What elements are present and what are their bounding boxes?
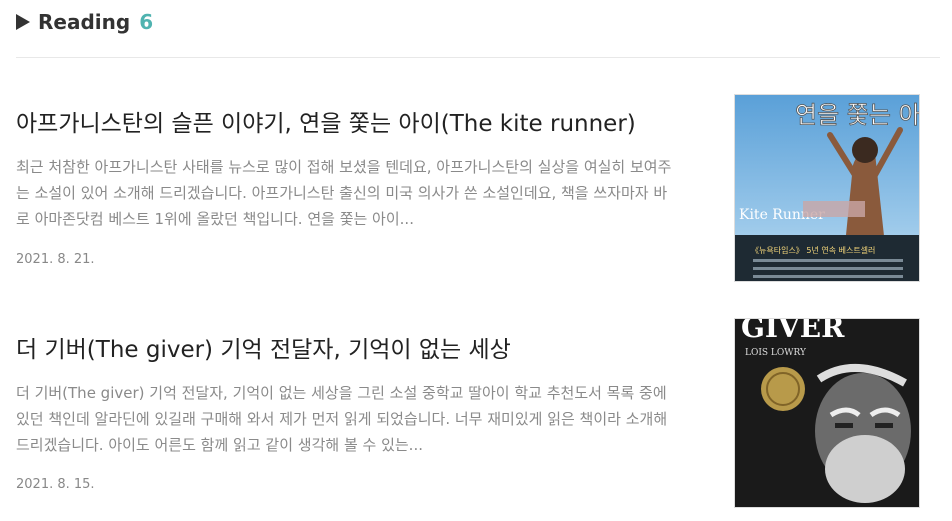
post-date: 2021. 8. 15. bbox=[16, 477, 95, 492]
post-date: 2021. 8. 21. bbox=[16, 252, 95, 267]
svg-text:연을 쫓는 아이: 연을 쫓는 아이 bbox=[795, 101, 920, 129]
post-excerpt: 최근 처참한 아프가니스탄 사태를 뉴스로 많이 접해 보셨을 텐데요, 아프가… bbox=[16, 158, 672, 228]
post-thumbnail[interactable]: 연을 쫓는 아이 Kite Runner 《뉴욕타임스》 5년 연속 베스트셀러 bbox=[734, 94, 920, 282]
divider bbox=[16, 57, 940, 58]
post-title-link[interactable]: 아프가니스탄의 슬픈 이야기, 연을 쫓는 아이(The kite runner… bbox=[16, 104, 716, 138]
post-title-link[interactable]: 더 기버(The giver) 기억 전달자, 기억이 없는 세상 bbox=[16, 330, 716, 364]
svg-text:《뉴욕타임스》 5년 연속 베스트셀러: 《뉴욕타임스》 5년 연속 베스트셀러 bbox=[751, 245, 875, 255]
post-thumbnail[interactable]: GIVER LOIS LOWRY bbox=[734, 318, 920, 508]
svg-text:LOIS LOWRY: LOIS LOWRY bbox=[745, 348, 807, 358]
play-icon bbox=[16, 14, 30, 30]
section-header: Reading 6 bbox=[16, 8, 153, 36]
post-count: 6 bbox=[139, 10, 154, 34]
section-title: Reading bbox=[38, 10, 131, 34]
book-cover-title: 연을 쫓는 아이 bbox=[795, 101, 920, 130]
svg-text:GIVER: GIVER bbox=[741, 319, 845, 344]
post-excerpt: 더 기버(The giver) 기억 전달자, 기억이 없는 세상을 그린 소설… bbox=[16, 384, 668, 454]
